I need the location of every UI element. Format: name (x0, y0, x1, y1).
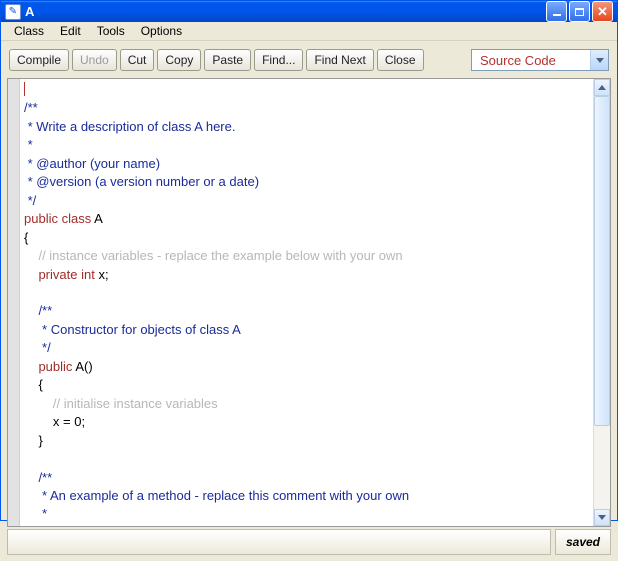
compile-button[interactable]: Compile (9, 49, 69, 71)
scroll-down-button[interactable] (594, 509, 610, 526)
chevron-down-icon (590, 50, 608, 70)
scroll-thumb[interactable] (594, 96, 610, 426)
minimize-button[interactable] (546, 1, 567, 22)
cut-button[interactable]: Cut (120, 49, 155, 71)
code-editor[interactable]: /** * Write a description of class A her… (20, 79, 593, 526)
titlebar[interactable]: ✎ A ✕ (1, 1, 617, 22)
copy-button[interactable]: Copy (157, 49, 201, 71)
scroll-track[interactable] (594, 96, 610, 509)
app-icon: ✎ (5, 4, 21, 20)
paste-button[interactable]: Paste (204, 49, 251, 71)
menubar: Class Edit Tools Options (1, 22, 617, 41)
gutter (8, 79, 20, 526)
close-button[interactable]: Close (377, 49, 424, 71)
view-selector[interactable]: Source Code (471, 49, 609, 71)
close-window-button[interactable]: ✕ (592, 1, 613, 22)
workarea: Compile Undo Cut Copy Paste Find... Find… (1, 41, 617, 561)
chevron-down-svg (596, 58, 604, 63)
scroll-up-button[interactable] (594, 79, 610, 96)
menu-options[interactable]: Options (133, 22, 190, 40)
editor-frame: /** * Write a description of class A her… (7, 78, 611, 527)
menu-class[interactable]: Class (6, 22, 52, 40)
window-controls: ✕ (546, 1, 613, 22)
status-saved: saved (555, 529, 611, 555)
close-icon: ✕ (597, 5, 608, 18)
toolbar: Compile Undo Cut Copy Paste Find... Find… (7, 47, 611, 76)
window-title: A (25, 4, 546, 19)
menu-tools[interactable]: Tools (89, 22, 133, 40)
app-window: ✎ A ✕ Class Edit Tools Options Compile U… (0, 0, 618, 521)
find-next-button[interactable]: Find Next (306, 49, 373, 71)
maximize-button[interactable] (569, 1, 590, 22)
vertical-scrollbar[interactable] (593, 79, 610, 526)
statusbar: saved (7, 529, 611, 555)
status-message (7, 529, 551, 555)
menu-edit[interactable]: Edit (52, 22, 89, 40)
undo-button[interactable]: Undo (72, 49, 117, 71)
find-button[interactable]: Find... (254, 49, 303, 71)
chevron-up-icon (598, 85, 606, 90)
maximize-icon (575, 8, 584, 16)
chevron-down-icon (598, 515, 606, 520)
minimize-icon (553, 14, 561, 16)
view-selector-value: Source Code (472, 53, 590, 68)
